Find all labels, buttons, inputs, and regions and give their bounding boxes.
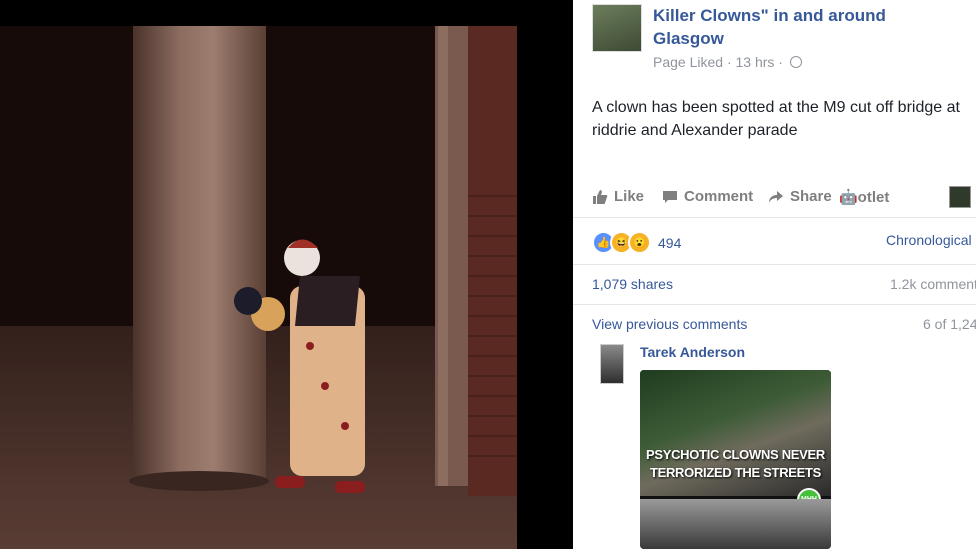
post-panel: Killer Clowns" in and around Glasgow Pag… (573, 0, 976, 549)
divider (573, 304, 976, 305)
post-photo[interactable] (0, 26, 517, 549)
share-arrow-icon (769, 190, 783, 203)
botlet-button[interactable]: 🤖otlet (839, 188, 889, 206)
post-meta: Page Liked · 13 hrs · (653, 54, 802, 70)
divider (573, 217, 976, 218)
meme-bottom-photo (640, 499, 831, 549)
comments-pagination: 6 of 1,240 (923, 316, 976, 332)
reactions-count: 494 (658, 234, 682, 251)
comment-icon (663, 190, 677, 203)
meme-caption-line2: TERRORIZED THE STREETS (649, 465, 822, 480)
meme-caption-line1: PSYCHOTIC CLOWNS NEVER (645, 447, 826, 462)
post-meta-text: Page Liked · 13 hrs · (653, 54, 783, 70)
page-title[interactable]: Killer Clowns" in and around Glasgow (653, 4, 953, 50)
comment-button[interactable]: Comment (662, 188, 753, 205)
view-previous-comments-link[interactable]: View previous comments (592, 316, 747, 332)
globe-icon (789, 56, 802, 68)
comments-count[interactable]: 1.2k comments (890, 276, 976, 292)
post-text: A clown has been spotted at the M9 cut o… (592, 99, 960, 139)
reactions-summary[interactable]: 👍 😆 😮 494 (592, 231, 681, 254)
comment-author-name[interactable]: Tarek Anderson (640, 344, 745, 360)
meme-caption: PSYCHOTIC CLOWNS NEVER TERRORIZED THE ST… (640, 446, 831, 482)
comment-label: Comment (684, 188, 754, 205)
share-label: Share (790, 188, 832, 205)
commenter-avatar-icon[interactable] (949, 186, 971, 208)
page-avatar[interactable] (592, 4, 642, 52)
botlet-label: 🤖otlet (839, 189, 890, 206)
thumbs-up-icon (593, 189, 608, 204)
like-button[interactable]: Like (592, 188, 644, 205)
shares-count[interactable]: 1,079 shares (592, 276, 673, 292)
photo-viewer (0, 0, 573, 549)
like-label: Like (614, 188, 645, 205)
wow-reaction-icon: 😮 (628, 231, 651, 254)
clown-photo-illustration (0, 26, 517, 549)
divider (573, 264, 976, 265)
share-button[interactable]: Share (768, 188, 832, 205)
comment-author-avatar[interactable] (600, 344, 624, 384)
comment-sort-dropdown[interactable]: Chronological (886, 232, 972, 248)
comment-meme-image[interactable]: PSYCHOTIC CLOWNS NEVER TERRORIZED THE ST… (640, 370, 831, 549)
